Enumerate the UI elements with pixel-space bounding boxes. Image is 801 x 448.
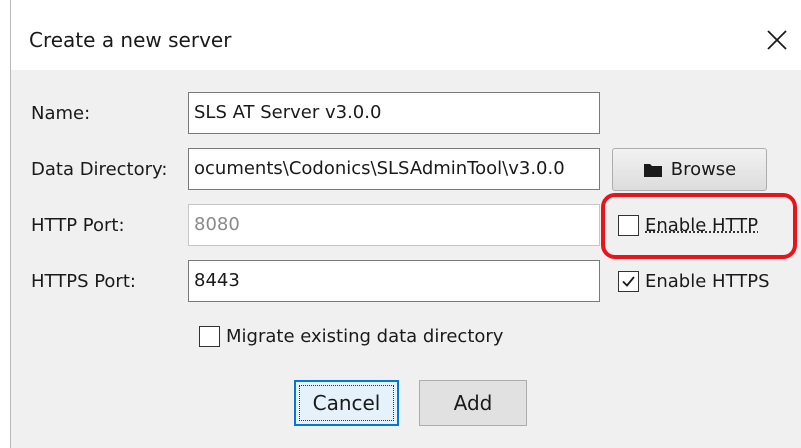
dialog-titlebar: Create a new server (11, 0, 801, 70)
data-directory-input[interactable]: ocuments\Codonics\SLSAdminTool\v3.0.0 (188, 148, 600, 190)
browse-label: Browse (670, 159, 737, 180)
red-highlight-annotation (601, 193, 797, 259)
http-port-label: HTTP Port: (31, 215, 125, 236)
folder-icon (643, 163, 662, 177)
checkmark-icon (622, 276, 635, 287)
add-button[interactable]: Add (419, 380, 527, 426)
close-button[interactable] (763, 26, 791, 54)
migrate-box[interactable] (199, 326, 220, 347)
dialog-title: Create a new server (29, 28, 232, 52)
browse-button[interactable]: Browse (612, 148, 767, 191)
enable-https-label: Enable HTTPS (645, 271, 770, 292)
https-port-label: HTTPS Port: (31, 271, 136, 292)
https-port-input[interactable]: 8443 (188, 260, 600, 302)
http-port-input[interactable]: 8080 (188, 204, 600, 246)
name-input[interactable]: SLS AT Server v3.0.0 (188, 92, 600, 134)
create-server-dialog: Create a new server Name: SLS AT Server … (10, 0, 801, 448)
migrate-checkbox[interactable]: Migrate existing data directory (199, 326, 503, 347)
data-directory-label: Data Directory: (31, 159, 168, 180)
name-label: Name: (31, 103, 91, 124)
add-label: Add (453, 391, 493, 415)
enable-https-checkbox[interactable]: Enable HTTPS (618, 271, 770, 292)
cancel-button[interactable]: Cancel (294, 380, 399, 426)
enable-https-box[interactable] (618, 271, 639, 292)
migrate-label: Migrate existing data directory (226, 326, 504, 347)
cancel-label: Cancel (312, 391, 381, 415)
close-icon (767, 30, 787, 50)
